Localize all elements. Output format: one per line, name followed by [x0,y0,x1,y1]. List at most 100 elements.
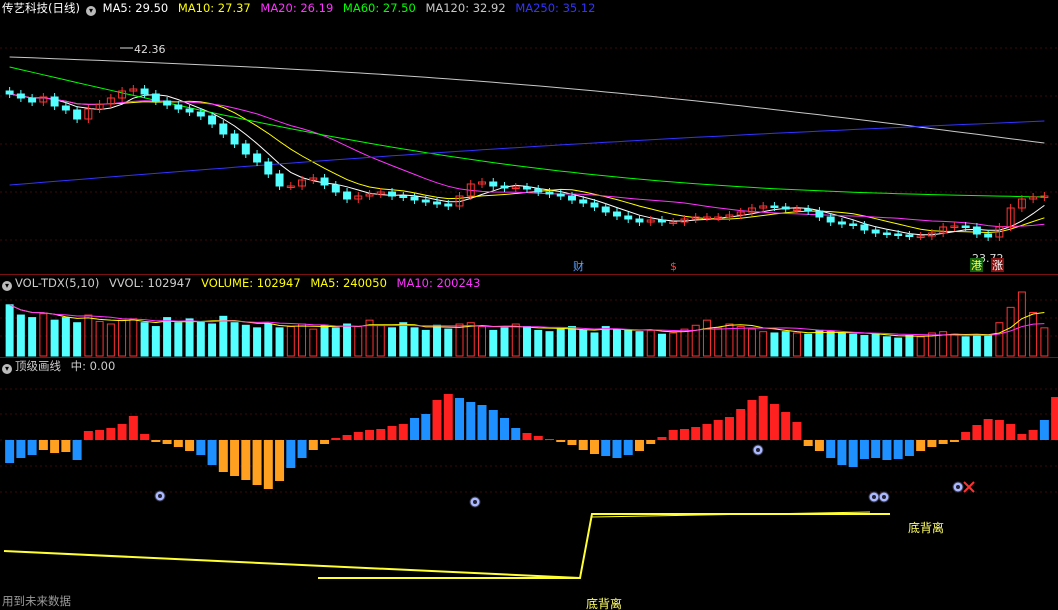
price-high-label: 42.36 [134,43,166,56]
dropdown-icon[interactable]: ▾ [2,364,12,374]
dropdown-icon[interactable]: ▾ [85,6,96,16]
candle-body [815,210,824,218]
candle-body [489,181,498,187]
candle-body [534,188,543,193]
signal-flower-center [872,495,876,499]
indicator-bar [634,440,644,451]
volume-bar [770,332,779,357]
indicator-bar [27,440,37,455]
volume-bar [545,331,554,357]
event-marker-gang: 港 [971,259,982,272]
candle-body [28,97,37,103]
ma60-line [9,66,1045,198]
volume-bar [343,323,352,357]
indicator-bar [972,425,982,440]
volume-bar [916,336,925,357]
indicator-bar [713,420,723,440]
volume-bar [646,329,655,357]
indicator-bar [961,432,971,440]
divergence-line-1 [3,550,581,579]
candle-body [444,203,453,207]
dropdown-icon[interactable]: ▾ [2,281,12,291]
indicator-bar [432,400,442,440]
volume-bar [309,328,318,357]
indicator-bar [646,440,656,444]
candle-body [320,177,329,186]
indicator-bar [50,440,60,453]
indicator-bar [758,396,768,440]
volume-bar [444,328,453,357]
candle-body [523,186,531,190]
ma5-label: MA5: 29.50 [102,1,169,15]
candle-body [163,100,172,106]
candle-body [140,88,149,95]
price-legend: 传艺科技(日线) ▾ MA5: 29.50 MA10: 27.37 MA20: 2… [0,0,602,16]
volume-bar [140,322,149,357]
volume-bar [455,323,464,357]
candle-body [781,206,790,210]
indicator-bar [38,440,48,450]
indicator-bar [589,440,599,454]
volume-bar [972,335,981,357]
indicator-bar [1017,434,1027,440]
ma10-line [9,93,1045,234]
candle-body [16,93,25,99]
indicator-bar [320,440,330,444]
indicator-bar [893,440,903,459]
signal-flower-center [473,500,477,504]
indicator-bar [151,440,161,442]
candle-body [331,184,340,193]
volume-bar [624,329,633,357]
candle-body [905,234,914,237]
volume-bar [950,333,959,357]
indicator-bar [938,440,948,444]
volume-bar [759,331,768,357]
indicator-bar [736,409,746,440]
volume-bar [489,329,498,357]
candle-body [579,199,588,204]
volume-bar [601,326,610,357]
volume-bar [804,333,813,357]
indicator-bar [983,419,993,440]
indicator-bar [511,428,521,440]
volume-bar [320,324,329,357]
vol-title[interactable]: VOL-TDX(5,10) [15,276,99,290]
indicator-bar [1006,424,1016,440]
volume-bar [871,333,880,357]
candle-body [264,161,273,175]
volume-bar [511,323,520,357]
signal-flower-center [882,495,886,499]
volume-bar [568,326,576,357]
indicator-bar [871,440,881,458]
indicator-title[interactable]: 顶级画线 [15,359,61,373]
indicator-bar [128,416,138,440]
ma120-line [9,56,1045,144]
indicator-bar [308,440,318,450]
indicator-bar [5,440,15,463]
indicator-bar [826,440,836,458]
indicator-mid-label: 中: 0.00 [70,359,116,373]
indicator-bar [994,420,1004,440]
divergence-line-2 [318,513,890,579]
indicator-bar [556,440,566,442]
stock-title[interactable]: 传艺科技(日线) [2,1,80,15]
ma250-label: MA250: 35.12 [515,1,596,15]
divergence-label-bottom: 底背离 [586,596,622,610]
candle-body [500,185,509,189]
volume-bar [590,332,599,357]
volume-bar [826,331,835,357]
ma120-label: MA120: 32.92 [425,1,506,15]
indicator-bar [196,440,206,455]
volume-bar [275,327,284,357]
volume-bar [376,324,385,357]
volume-bar [241,324,250,357]
candle-body [208,115,217,125]
grid-lines [0,47,1058,493]
volume-bar [860,335,869,357]
indicator-bar [792,422,802,440]
indicator-bar [376,429,386,440]
candle-body [624,215,633,220]
ma60-label: MA60: 27.50 [342,1,416,15]
ma20-label: MA20: 26.19 [260,1,334,15]
candle-body [972,226,981,235]
